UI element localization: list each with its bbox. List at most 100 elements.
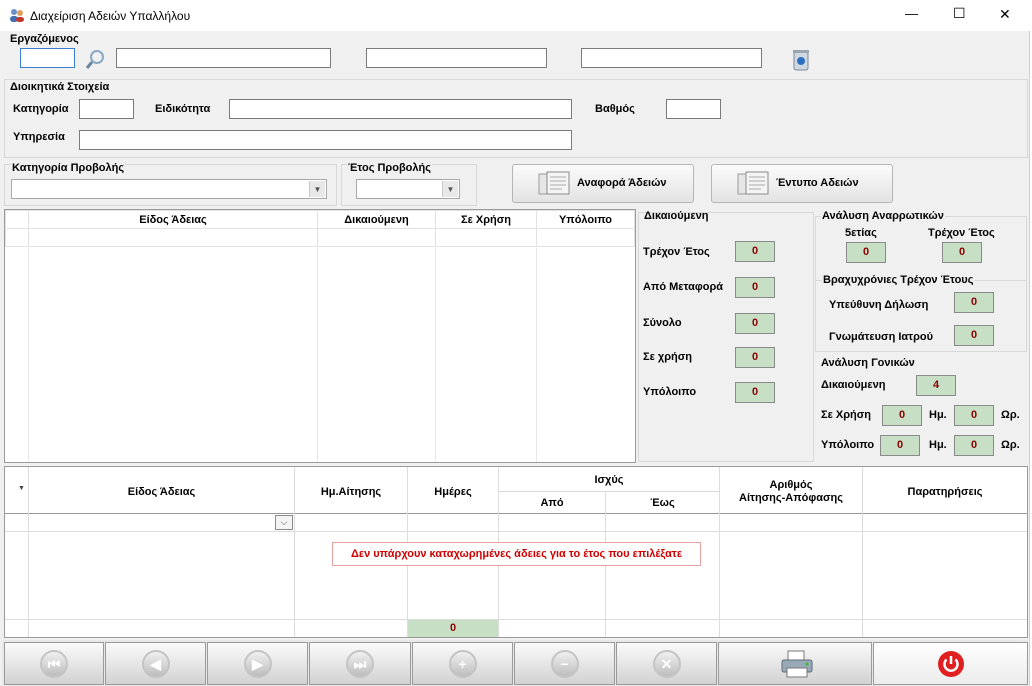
leave-summary-grid[interactable]: Είδος Άδειας Δικαιούμενη Σε Χρήση Υπόλοι… xyxy=(4,209,636,463)
declaration-label: Υπεύθυνη Δήλωση xyxy=(829,299,929,311)
service-label: Υπηρεσία xyxy=(13,131,65,143)
entitled-remaining-value: 0 xyxy=(735,382,775,403)
sick-5years-label: 5ετίας xyxy=(845,227,877,239)
grid2-header-number-line2[interactable]: Αίτησης-Απόφασης xyxy=(720,492,862,504)
sick-5years-value: 0 xyxy=(846,242,886,263)
parental-analysis-title: Ανάλυση Γονικών xyxy=(821,357,915,369)
parental-remaining-label: Υπόλοιπο xyxy=(821,439,875,451)
grade-label: Βαθμός xyxy=(595,103,635,115)
cancel-icon: ✕ xyxy=(652,649,681,678)
next-icon: ▶ xyxy=(243,649,272,678)
row-selector-icon[interactable]: ▼ xyxy=(18,485,25,492)
entitled-total-value: 0 xyxy=(735,313,775,334)
window-title: Διαχείριση Αδειών Υπαλλήλου xyxy=(30,9,191,23)
parental-remaining-hours-value: 0 xyxy=(954,435,994,456)
grid2-header-type[interactable]: Είδος Άδειας xyxy=(29,486,294,498)
type-dropdown-button[interactable]: ⌵ xyxy=(275,515,293,530)
remove-record-button[interactable]: − xyxy=(514,642,615,685)
specialty-field[interactable] xyxy=(229,99,572,119)
employee-name-field[interactable] xyxy=(116,48,331,68)
last-record-button[interactable]: ⏭ xyxy=(309,642,411,685)
cancel-record-button[interactable]: ✕ xyxy=(616,642,717,685)
grid2-header-notes[interactable]: Παρατηρήσεις xyxy=(863,486,1027,498)
employee-label: Εργαζόμενος xyxy=(10,33,79,45)
grid1-header-remaining[interactable]: Υπόλοιπο xyxy=(536,210,635,229)
employee-code-input[interactable] xyxy=(20,48,75,68)
grid2-header-number-line1[interactable]: Αριθμός xyxy=(720,479,862,491)
maximize-button[interactable]: ☐ xyxy=(953,5,966,22)
grid2-divider xyxy=(499,491,719,492)
grid2-column-line xyxy=(294,467,295,637)
grid1-header-entitled[interactable]: Δικαιούμενη xyxy=(317,210,436,229)
parental-remaining-days-unit: Ημ. xyxy=(929,439,947,451)
first-icon: ⏮ xyxy=(40,649,68,678)
sick-analysis-title: Ανάλυση Αναρρωτικών xyxy=(821,210,945,222)
grid2-column-line xyxy=(719,467,720,637)
grid1-header-type[interactable]: Είδος Άδειας xyxy=(28,210,318,229)
parental-used-days-unit: Ημ. xyxy=(929,409,947,421)
table-row[interactable] xyxy=(5,514,1027,532)
grid2-header-to[interactable]: Έως xyxy=(606,497,719,509)
minimize-button[interactable]: — xyxy=(905,6,918,21)
parental-remaining-hours-unit: Ωρ. xyxy=(1001,439,1020,451)
service-field[interactable] xyxy=(79,130,572,150)
doctor-opinion-label: Γνωμάτευση Ιατρού xyxy=(829,331,934,343)
search-icon[interactable] xyxy=(85,48,107,70)
grid2-header-days[interactable]: Ημέρες xyxy=(408,486,498,498)
first-record-button[interactable]: ⏮ xyxy=(4,642,104,685)
entitled-current-year-value: 0 xyxy=(735,241,775,262)
leave-form-label: Έντυπο Αδειών xyxy=(776,177,859,189)
print-button[interactable] xyxy=(718,642,872,685)
leave-entries-grid[interactable]: ▼ Είδος Άδειας Ημ.Αίτησης Ημέρες Ισχύς Α… xyxy=(4,466,1028,638)
parental-used-label: Σε Χρήση xyxy=(821,409,871,421)
printer-icon xyxy=(779,649,815,679)
title-bar: Διαχείριση Αδειών Υπαλλήλου — ☐ ✕ xyxy=(0,0,1032,31)
previous-icon: ◀ xyxy=(141,649,170,678)
category-field[interactable] xyxy=(79,99,134,119)
grid1-column-lines xyxy=(5,248,635,462)
category-view-label: Κατηγορία Προβολής xyxy=(11,162,126,174)
employee-surname-field[interactable] xyxy=(366,48,547,68)
entitled-transfer-label: Από Μεταφορά xyxy=(643,281,724,293)
year-view-select[interactable]: ▼ xyxy=(356,179,460,199)
add-record-button[interactable]: + xyxy=(412,642,513,685)
last-icon: ⏭ xyxy=(346,649,374,678)
next-record-button[interactable]: ▶ xyxy=(207,642,308,685)
plus-icon: + xyxy=(448,649,477,678)
leave-form-button[interactable]: Έντυπο Αδειών xyxy=(711,164,893,203)
close-button[interactable]: ✕ xyxy=(999,6,1011,23)
chevron-down-icon[interactable]: ▼ xyxy=(309,181,325,197)
specialty-label: Ειδικότητα xyxy=(155,103,211,115)
entitled-used-value: 0 xyxy=(735,347,775,368)
declaration-value: 0 xyxy=(954,292,994,313)
previous-record-button[interactable]: ◀ xyxy=(105,642,206,685)
employee-extra-field[interactable] xyxy=(581,48,762,68)
empty-message: Δεν υπάρχουν καταχωρημένες άδειες για το… xyxy=(332,542,701,566)
grid2-column-line xyxy=(862,467,863,637)
grade-field[interactable] xyxy=(666,99,721,119)
parental-remaining-days-value: 0 xyxy=(880,435,920,456)
parental-entitled-label: Δικαιούμενη xyxy=(821,379,886,391)
exit-button[interactable] xyxy=(873,642,1028,685)
grid2-header-from[interactable]: Από xyxy=(499,497,605,509)
year-view-label: Έτος Προβολής xyxy=(347,162,432,174)
grid1-header-used[interactable]: Σε Χρήση xyxy=(435,210,537,229)
admin-group-label: Διοικητικά Στοιχεία xyxy=(10,81,110,93)
category-view-select[interactable]: ▼ xyxy=(11,179,327,199)
parental-used-hours-unit: Ωρ. xyxy=(1001,409,1020,421)
parental-used-hours-value: 0 xyxy=(954,405,994,426)
chevron-down-icon[interactable]: ▼ xyxy=(442,181,458,197)
leave-report-button[interactable]: Αναφορά Άδειών xyxy=(512,164,694,203)
entitled-used-label: Σε χρήση xyxy=(643,351,692,363)
row-header-cell xyxy=(5,210,29,229)
grid2-header-validity: Ισχύς xyxy=(594,474,624,486)
short-term-title: Βραχυχρόνιες Τρέχον Έτους xyxy=(822,274,975,286)
grid2-header-date[interactable]: Ημ.Αίτησης xyxy=(295,486,407,498)
sick-current-year-label: Τρέχον Έτος xyxy=(928,227,995,239)
table-row[interactable] xyxy=(5,228,635,247)
entitled-current-year-label: Τρέχον Έτος xyxy=(643,246,710,258)
entitled-transfer-value: 0 xyxy=(735,277,775,298)
recycle-bin-icon[interactable] xyxy=(791,48,811,72)
parental-used-days-value: 0 xyxy=(882,405,922,426)
document-icon xyxy=(736,171,770,197)
